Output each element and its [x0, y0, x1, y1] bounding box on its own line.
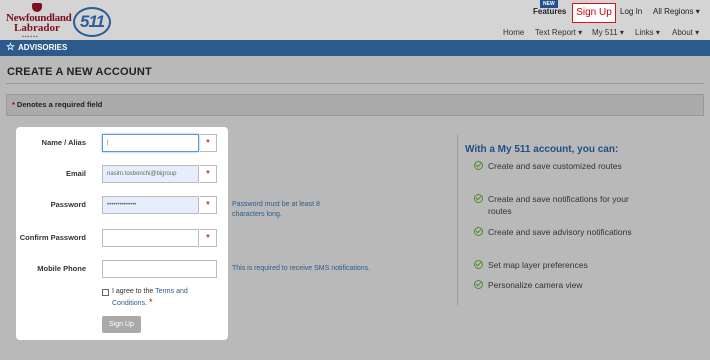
star-icon: ☆ — [6, 42, 15, 53]
log-in-link[interactable]: Log In — [620, 7, 642, 16]
mobile-phone-input[interactable] — [102, 260, 217, 278]
password-hint: Password must be at least 8 characters l… — [232, 201, 320, 218]
advisories-label: ADVISORIES — [17, 43, 68, 52]
alias-input[interactable]: | — [102, 134, 199, 152]
perk-text: Create and save customized routes — [488, 161, 622, 171]
terms-required-marker: * — [148, 297, 153, 307]
nl-logo[interactable]: Newfoundland Labrador ▪▪▪▪▪▪ — [6, 3, 72, 40]
advisories-bar[interactable]: ☆ ADVISORIES — [0, 40, 710, 56]
nav-home[interactable]: Home — [503, 28, 524, 37]
511-logo[interactable]: 511 — [73, 7, 111, 37]
password-input[interactable]: •••••••••••••• — [102, 196, 199, 214]
perk-item: Create and save customized routes — [474, 160, 644, 172]
required-asterisk: * — [12, 100, 15, 109]
password-label: Password — [50, 200, 86, 209]
check-circle-icon — [474, 194, 483, 203]
logo-line2: Labrador — [14, 22, 60, 34]
password-required-marker: * — [200, 196, 217, 214]
required-note-text: Denotes a required field — [16, 100, 103, 109]
nav-links[interactable]: Links ▾ — [635, 28, 660, 37]
crest-icon — [32, 3, 42, 12]
email-label: Email — [65, 169, 86, 178]
nav-text-report[interactable]: Text Report ▾ — [535, 28, 582, 37]
nav-about[interactable]: About ▾ — [672, 28, 699, 37]
sign-up-button[interactable]: Sign Up — [102, 316, 141, 333]
511-logo-text: 511 — [80, 12, 105, 31]
perk-text: Create and save notifications for your r… — [488, 194, 629, 216]
alias-label: Name / Alias — [41, 138, 86, 147]
check-circle-icon — [474, 227, 483, 236]
terms-agreement: I agree to the Terms and Conditions. * — [102, 287, 212, 309]
check-circle-icon — [474, 280, 483, 289]
check-circle-icon — [474, 161, 483, 170]
required-note: * Denotes a required field — [6, 94, 704, 116]
panel-divider — [457, 135, 458, 305]
confirm-password-label: Confirm Password — [19, 233, 86, 242]
perk-text: Personalize camera view — [488, 280, 583, 290]
sign-up-link[interactable]: Sign Up — [572, 3, 616, 23]
perk-item: Create and save notifications for your r… — [474, 193, 644, 217]
perk-item: Create and save advisory notifications — [474, 226, 644, 238]
title-divider — [6, 83, 704, 84]
nav-my511[interactable]: My 511 ▾ — [592, 28, 624, 37]
agree-text: I agree to the — [112, 288, 156, 295]
perk-text: Set map layer preferences — [488, 260, 588, 270]
perk-item: Set map layer preferences — [474, 259, 644, 271]
check-circle-icon — [474, 260, 483, 269]
email-required-marker: * — [200, 165, 217, 183]
mobile-phone-label: Mobile Phone — [37, 264, 86, 273]
confirm-password-input[interactable] — [102, 229, 199, 247]
signup-form-card: Name / Alias | * Email nasim.tosbonchi@b… — [16, 127, 228, 340]
features-link[interactable]: Features — [533, 7, 566, 16]
all-regions-dropdown[interactable]: All Regions ▾ — [653, 7, 700, 16]
perks-title: With a My 511 account, you can: — [465, 144, 619, 155]
perk-item: Personalize camera view — [474, 279, 644, 291]
confirm-required-marker: * — [200, 229, 217, 247]
alias-required-marker: * — [200, 134, 217, 152]
email-input[interactable]: nasim.tosbonchi@bigroup — [102, 165, 199, 183]
mobile-hint: This is required to receive SMS notifica… — [232, 265, 371, 272]
page-title: CREATE A NEW ACCOUNT — [7, 66, 152, 78]
perk-text: Create and save advisory notifications — [488, 227, 632, 237]
